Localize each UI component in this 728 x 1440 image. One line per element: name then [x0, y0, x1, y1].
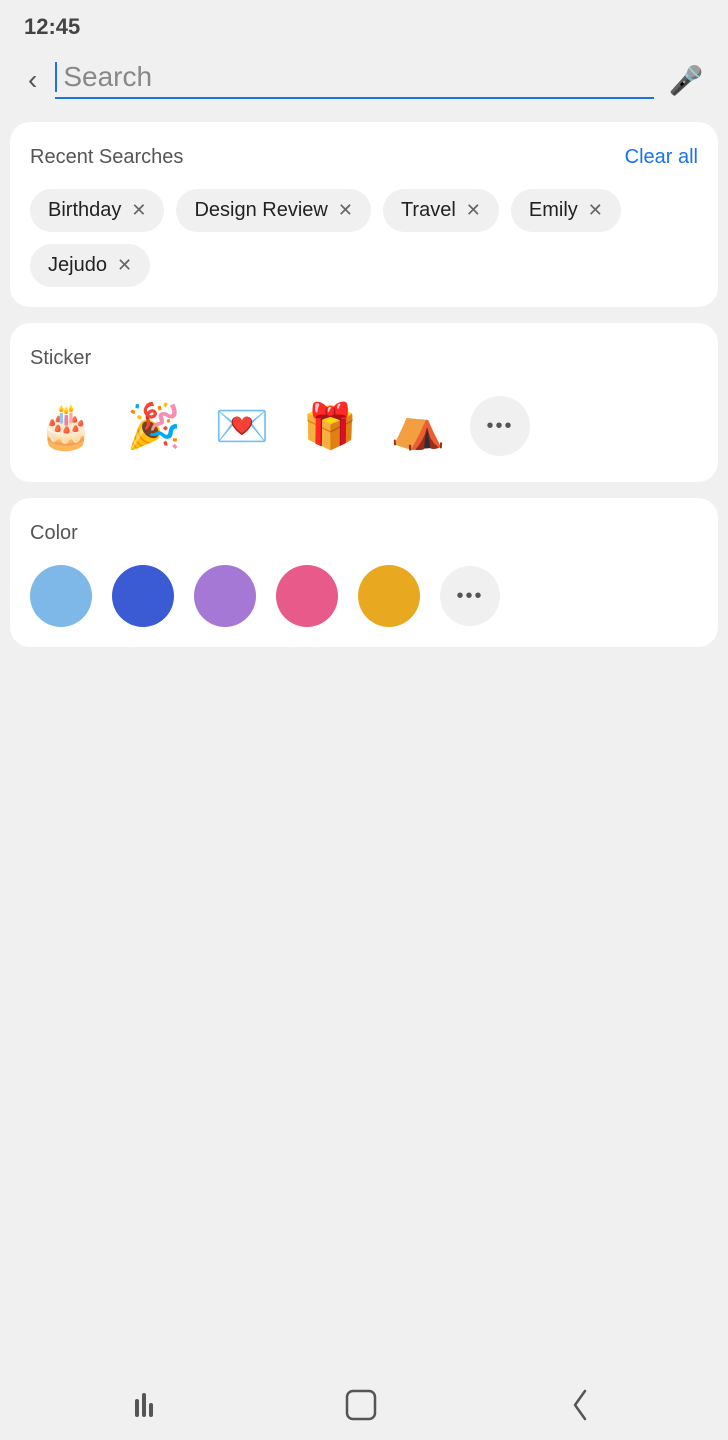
tag-label-tag-emily: Emily — [529, 199, 578, 222]
clear-all-button[interactable]: Clear all — [625, 146, 698, 169]
tag-jejudo[interactable]: Jejudo ✕ — [30, 244, 150, 287]
status-time: 12:45 — [24, 14, 80, 39]
color-title: Color — [30, 522, 78, 545]
tag-close-tag-design-review[interactable]: ✕ — [338, 200, 353, 221]
recents-icon — [135, 1393, 153, 1417]
recent-searches-title: Recent Searches — [30, 146, 183, 169]
sticker-title: Sticker — [30, 347, 91, 370]
tag-birthday[interactable]: Birthday ✕ — [30, 189, 164, 232]
tag-label-tag-birthday: Birthday — [48, 199, 121, 222]
color-more-button[interactable]: ••• — [440, 566, 500, 626]
tag-design-review[interactable]: Design Review ✕ — [176, 189, 370, 232]
mic-icon: 🎤 — [669, 64, 704, 97]
camp-sticker[interactable]: ⛺ — [382, 390, 454, 462]
color-purple[interactable] — [194, 565, 256, 627]
recent-searches-header: Recent Searches Clear all — [30, 146, 698, 169]
stickers-container: 🎂🎉💌🎁⛺ ••• — [30, 390, 698, 462]
tags-container: Birthday ✕ Design Review ✕ Travel ✕ Emil… — [30, 189, 698, 287]
tag-label-tag-design-review: Design Review — [194, 199, 327, 222]
tag-close-tag-jejudo[interactable]: ✕ — [117, 255, 132, 276]
envelope-sticker[interactable]: 💌 — [206, 390, 278, 462]
color-blue[interactable] — [112, 565, 174, 627]
gift-sticker[interactable]: 🎁 — [294, 390, 366, 462]
colors-container: ••• — [30, 565, 698, 627]
sticker-section: Sticker 🎂🎉💌🎁⛺ ••• — [10, 323, 718, 482]
color-section: Color ••• — [10, 498, 718, 647]
tag-close-tag-birthday[interactable]: ✕ — [131, 200, 146, 221]
tag-close-tag-travel[interactable]: ✕ — [466, 200, 481, 221]
back-nav-button[interactable] — [569, 1387, 593, 1423]
party-sticker[interactable]: 🎉 — [118, 390, 190, 462]
color-yellow[interactable] — [358, 565, 420, 627]
search-bar: ‹ Search 🎤 — [0, 48, 728, 122]
sticker-header: Sticker — [30, 347, 698, 370]
back-button[interactable]: ‹ — [20, 60, 45, 100]
bottom-nav — [0, 1370, 728, 1440]
color-header: Color — [30, 522, 698, 545]
tag-label-tag-travel: Travel — [401, 199, 456, 222]
search-cursor — [55, 62, 57, 92]
recents-nav-button[interactable] — [135, 1393, 153, 1417]
color-light-blue[interactable] — [30, 565, 92, 627]
tag-emily[interactable]: Emily ✕ — [511, 189, 621, 232]
back-nav-icon — [569, 1387, 593, 1423]
search-input-wrapper[interactable]: Search — [55, 61, 654, 99]
tag-travel[interactable]: Travel ✕ — [383, 189, 499, 232]
recent-searches-section: Recent Searches Clear all Birthday ✕ Des… — [10, 122, 718, 307]
search-input[interactable]: Search — [63, 61, 654, 93]
status-bar: 12:45 — [0, 0, 728, 48]
sticker-more-button[interactable]: ••• — [470, 396, 530, 456]
home-nav-button[interactable] — [343, 1387, 379, 1423]
mic-button[interactable]: 🎤 — [664, 58, 708, 102]
color-pink[interactable] — [276, 565, 338, 627]
home-icon — [343, 1387, 379, 1423]
cake-sticker[interactable]: 🎂 — [30, 390, 102, 462]
tag-close-tag-emily[interactable]: ✕ — [588, 200, 603, 221]
tag-label-tag-jejudo: Jejudo — [48, 254, 107, 277]
